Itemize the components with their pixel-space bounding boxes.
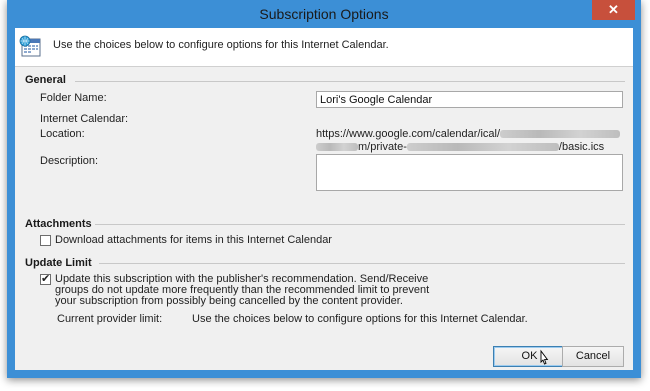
mouse-pointer-icon <box>540 349 549 365</box>
cancel-button[interactable]: Cancel <box>562 346 624 367</box>
location-line-2: m/private- /basic.ics <box>316 141 604 153</box>
redacted-segment <box>500 130 621 139</box>
header-text: Use the choices below to configure optio… <box>53 39 389 51</box>
location-label: Location: <box>40 128 85 140</box>
subscription-options-dialog: Subscription Options ✕ Use the choices b… <box>7 0 641 378</box>
general-divider <box>75 81 625 82</box>
update-subscription-checkbox[interactable]: ✔ <box>40 273 51 285</box>
location-url-end: /basic.ics <box>558 141 605 153</box>
checkmark-icon: ✔ <box>41 273 51 285</box>
internet-calendar-label: Internet Calendar: <box>40 113 129 125</box>
close-button[interactable]: ✕ <box>592 0 635 20</box>
location-line-1: https://www.google.com/calendar/ical/ <box>316 128 621 140</box>
download-attachments-checkbox[interactable] <box>40 235 51 246</box>
update-limit-heading: Update Limit <box>25 257 92 269</box>
location-url-mid: m/private- <box>358 141 407 153</box>
attachments-divider <box>95 224 625 225</box>
attachments-heading: Attachments <box>25 218 92 230</box>
window-title: Subscription Options <box>259 6 389 22</box>
redacted-segment <box>406 143 559 152</box>
ok-button[interactable]: OK <box>493 346 566 367</box>
update-limit-divider <box>99 263 625 264</box>
update-subscription-label-line3[interactable]: your subscription from possibly being ca… <box>55 295 403 307</box>
general-heading: General <box>25 74 66 86</box>
title-bar[interactable]: Subscription Options ✕ <box>7 0 641 28</box>
folder-name-label: Folder Name: <box>40 92 107 104</box>
location-url-start: https://www.google.com/calendar/ical/ <box>316 128 501 140</box>
calendar-icon <box>19 35 41 57</box>
description-textarea[interactable] <box>316 154 623 191</box>
folder-name-input[interactable]: Lori's Google Calendar <box>316 91 623 108</box>
current-provider-limit-label: Current provider limit: <box>57 313 163 325</box>
dialog-header: Use the choices below to configure optio… <box>15 28 633 67</box>
description-label: Description: <box>40 155 99 167</box>
current-provider-limit-value: Use the choices below to configure optio… <box>192 313 528 325</box>
redacted-segment <box>316 143 358 152</box>
download-attachments-label[interactable]: Download attachments for items in this I… <box>55 234 332 246</box>
dialog-body: Use the choices below to configure optio… <box>15 28 633 370</box>
close-icon: ✕ <box>608 2 619 17</box>
